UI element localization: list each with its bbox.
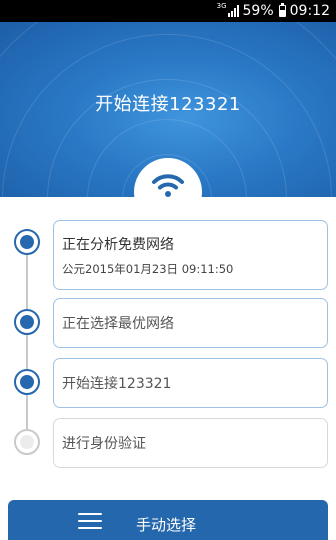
step-timestamp: 公元2015年01月23日 09:11:50 [62,261,234,276]
step-card-analyze: 正在分析免费网络 公元2015年01月23日 09:11:50 [53,220,328,290]
battery-percent: 59% [242,3,274,19]
battery-icon [278,3,286,17]
signal-icon [227,5,239,17]
clock: 09:12 [289,3,330,19]
step-title: 进行身份验证 [62,436,146,452]
step-3-indicator [14,369,40,395]
step-card-auth: 进行身份验证 [53,418,328,468]
manual-select-button[interactable]: 手动选择 [8,500,328,540]
manual-select-label: 手动选择 [136,516,197,534]
wifi-badge [134,158,202,226]
step-4-indicator [14,429,40,455]
wifi-icon [152,174,184,197]
step-title: 开始连接123321 [62,376,172,392]
page-title: 开始连接123321 [95,94,241,115]
menu-icon [78,513,102,530]
step-title: 正在分析免费网络 [62,236,174,253]
step-card-select: 正在选择最优网络 [53,298,328,348]
timeline-line [26,242,28,440]
status-bar: 3G 59% 09:12 [0,0,336,22]
network-type: 3G [216,2,227,10]
step-1-indicator [14,229,40,255]
step-title: 正在选择最优网络 [62,316,174,332]
step-card-connect: 开始连接123321 [53,358,328,408]
step-2-indicator [14,309,40,335]
